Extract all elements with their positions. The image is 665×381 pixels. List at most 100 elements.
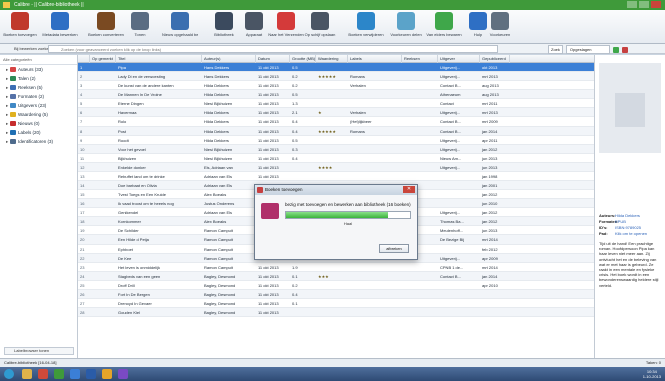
category-item[interactable]: ▸ Waardering (5) [0, 110, 77, 119]
send-icon [277, 12, 295, 30]
column-header[interactable]: Grootte (MB) [290, 55, 316, 63]
cell-title: Drenoyd In Gevaer [118, 301, 152, 307]
column-header[interactable]: Uitgever [438, 55, 480, 63]
category-item[interactable]: ▸ Auteurs (33) [0, 65, 77, 74]
toolbar-button-label: Voorkeuren delen [390, 32, 422, 37]
category-item[interactable]: ▸ Labels (20) [0, 128, 77, 137]
table-row[interactable]: 1 Pipa Hans Dekkers 11 okt 2013 0.5 Uitgeveri… [78, 63, 594, 73]
column-header[interactable] [78, 55, 90, 63]
table-row[interactable]: 2 Lady Di en de verwoesting Hans Dekkers 11… [78, 72, 594, 82]
add-saved-search-icon[interactable] [612, 46, 619, 53]
table-row[interactable]: 9 Roodt Hilda Dekkers 11 okt 2013 0.5 Uitgeve… [78, 136, 594, 145]
column-header[interactable]: Reeksen [402, 55, 438, 63]
cell-n: 7 [80, 119, 83, 125]
metadata-key: Pad: [599, 231, 608, 236]
toolbar-button-label: Van elders bewaren [426, 32, 462, 37]
cell-publisher [438, 199, 480, 208]
category-item[interactable]: ▸ Reeksen (5) [0, 83, 77, 92]
metadata-value-link[interactable]: Hilda Dekkers [615, 213, 640, 218]
column-header[interactable]: Waardering [316, 55, 348, 63]
toolbar-button-news[interactable]: Nieuw opgehaald bericht [162, 12, 198, 42]
toolbar-button-add-books[interactable]: Boeken toevoegen [2, 12, 38, 42]
taskbar-calibre-icon[interactable] [54, 369, 64, 379]
taskbar-word-icon[interactable] [86, 369, 96, 379]
table-row[interactable]: 27 Drenoyd In Gevaer Bagley, Desmond 11 okt… [78, 299, 594, 309]
category-item[interactable]: ▸ Formaten (2) [0, 92, 77, 101]
category-label: Uitgevers (23) [18, 103, 47, 108]
jobs-indicator[interactable]: Taken: 0 [646, 359, 661, 367]
toolbar-button-label: Metadata bewerken [42, 32, 78, 37]
cell-published: jan 2014 [482, 273, 498, 279]
book-cover[interactable] [599, 63, 661, 153]
maximize-button[interactable] [639, 1, 649, 8]
column-header[interactable]: Auteur(s) [202, 55, 256, 63]
dialog-app-icon [257, 187, 263, 193]
toolbar-button-info[interactable]: Metadata bewerken [42, 12, 78, 42]
metadata-value-link[interactable]: EPUB [615, 219, 626, 224]
cell-series [402, 127, 438, 136]
toolbar-button-save-disk[interactable]: Op schijf opslaan [302, 12, 338, 42]
toolbar-button-preferences[interactable]: Voorkeuren [482, 12, 518, 42]
cell-publisher: Uitgeverij... [440, 210, 461, 216]
table-row[interactable]: 13 Rebuffet land om te drinke Adriaan van … [78, 172, 594, 182]
search-go-button[interactable]: Zoek [548, 45, 563, 54]
category-item[interactable]: ▸ Talen (2) [0, 74, 77, 83]
taskbar-media-icon[interactable] [38, 369, 48, 379]
search-input[interactable] [48, 45, 498, 53]
column-header[interactable]: Titel [116, 55, 202, 63]
toolbar-button-recycle[interactable]: Van elders bewaren [426, 12, 462, 42]
table-row[interactable]: 4 De Mannen In De Vrolne Hilda Dekkers 11 o… [78, 90, 594, 100]
taskbar-browser-icon[interactable] [70, 369, 80, 379]
taskbar-app-icon[interactable] [118, 369, 128, 379]
toolbar-button-search[interactable]: Tonen [122, 12, 158, 42]
toolbar-button-send[interactable]: Naar het Verzenden [268, 12, 304, 42]
table-row[interactable]: 26 Fort In De Bergen Bagley, Desmond 11 okt… [78, 289, 594, 300]
saved-search-select[interactable]: Opgeslagen [565, 45, 610, 54]
column-header[interactable]: Datum [256, 55, 290, 63]
cell-size: 0.4 [292, 119, 298, 125]
table-row[interactable]: 7 Rolo Hilda Dekkers 11 okt 2013 0.4 (Het)lij… [78, 117, 594, 127]
category-item[interactable]: ▸ Identificatoren (3) [0, 137, 77, 146]
start-button[interactable] [4, 369, 14, 379]
metadata-value-link[interactable]: Klik om te openen [615, 231, 647, 236]
dialog-close-button[interactable]: ✕ [403, 186, 415, 193]
table-row[interactable]: 12 Enkelde donker Els, Adriaan van 11 okt 2… [78, 162, 594, 172]
metadata-value-link[interactable]: ISBN:9789025 [615, 225, 641, 230]
remove-saved-search-icon[interactable] [621, 46, 628, 53]
taskbar-explorer-icon[interactable] [22, 369, 32, 379]
category-item[interactable]: ▸ Nieuws (0) [0, 119, 77, 128]
cell-published: okt 2013 [482, 65, 498, 70]
table-row[interactable]: 6 Havermaa Hilda Dekkers 11 okt 2013 2.1 ★ Ver… [78, 108, 594, 118]
cell-publisher: Uitgeverij... [440, 255, 461, 261]
table-row[interactable]: 23 Het leven is onmiddelijk Ramon Campuit 1… [78, 263, 594, 272]
category-item[interactable]: ▸ Uitgevers (23) [0, 101, 77, 110]
info-icon [51, 12, 69, 30]
toolbar-button-device[interactable]: Apparaat [236, 12, 272, 42]
category-filter[interactable]: Alle categorieën [0, 55, 77, 65]
column-header[interactable]: Op gemerkt [90, 55, 116, 63]
close-button[interactable] [651, 1, 661, 8]
toolbar-button-convert-books[interactable]: Boeken converteren [88, 12, 124, 42]
table-row[interactable]: 10 Voor het gevoel Niesi Bijkhuizen 11 okt … [78, 144, 594, 154]
cell-series [402, 99, 438, 108]
table-row[interactable]: 5 Eterne Dingen Niesi Bijkhuizen 11 okt 201… [78, 99, 594, 109]
abort-button[interactable]: afbreken [379, 244, 409, 253]
table-row[interactable]: 8 Post Hilda Dekkers 11 okt 2013 0.4 ★★★★★ Rom… [78, 126, 594, 136]
table-row[interactable]: 11 Bijkhuizen Niesi Bijkhuizen 11 okt 2013 0… [78, 154, 594, 163]
column-header[interactable]: Gepubliceerd [480, 55, 510, 63]
table-row[interactable]: 28 Gouden Kiel Bagley, Desmond 11 okt 2013 [78, 308, 594, 318]
taskbar-clock[interactable]: 10:34 1-10-2013 [643, 369, 661, 379]
cell-author: Bagley, Desmond [204, 301, 236, 307]
tag-browser-toggle[interactable]: Labelbrowser tonen [4, 347, 74, 355]
toolbar-button-share[interactable]: Voorkeuren delen [388, 12, 424, 42]
toolbar-button-remove-books[interactable]: Boeken verwijderen [348, 12, 384, 42]
table-row[interactable]: 3 De kunst van de andere kanten Hilda Dekk… [78, 81, 594, 91]
taskbar-chrome-icon[interactable] [102, 369, 112, 379]
minimize-button[interactable] [627, 1, 637, 8]
table-row[interactable]: 24 Stagbeds van een geen Bagley, Desmond 11… [78, 271, 594, 281]
cell-title: Gouden Kiel [118, 310, 141, 316]
cell-n: 8 [80, 128, 83, 134]
cell-published: jan 2012 [482, 146, 498, 152]
table-row[interactable]: 25 Droff Drill Bagley, Desmond 11 okt 2013 0… [78, 281, 594, 290]
column-header[interactable]: Labels [348, 55, 402, 63]
